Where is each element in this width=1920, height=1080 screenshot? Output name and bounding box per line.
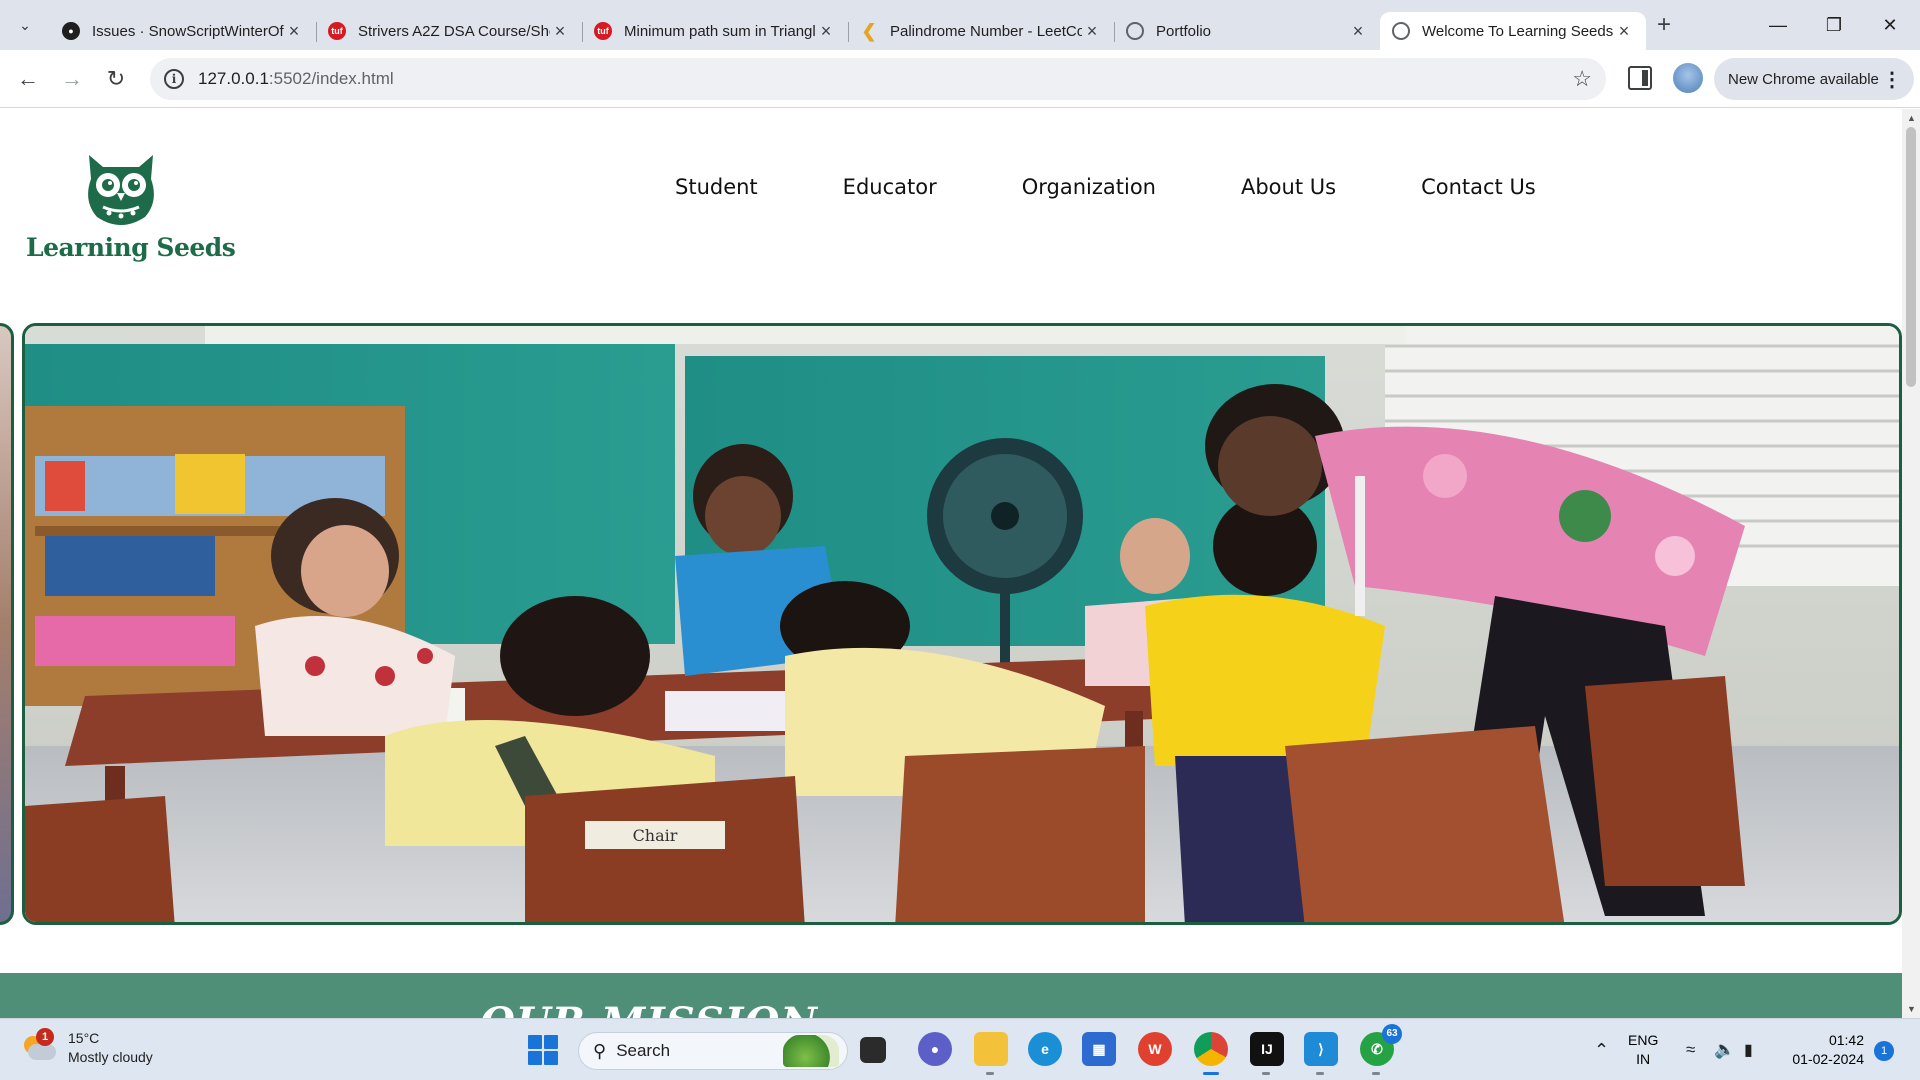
clock-date: 01-02-2024 [1792,1051,1864,1067]
leetcode-icon: ❮ [861,20,877,41]
system-clock[interactable]: 01:42 01-02-2024 [1784,1031,1864,1069]
scroll-thumb[interactable] [1906,127,1916,387]
search-highlight-icon [783,1035,839,1067]
nav-organization[interactable]: Organization [1022,175,1156,199]
input-language[interactable]: ENG IN [1628,1031,1658,1069]
new-tab-plus-icon[interactable]: + [1650,12,1678,40]
hero-slide-image: Chair [22,323,1902,925]
partly-cloudy-icon: 1 [22,1028,58,1062]
tab-title: Portfolio [1156,22,1212,40]
tab-search-chevron-icon[interactable]: ⌄ [10,10,40,40]
wifi-icon[interactable]: ≈ [1686,1019,1695,1080]
tab-title: Palindrome Number - LeetCode [890,22,1082,40]
back-arrow-icon[interactable]: ← [12,63,44,95]
tuf-icon: tuf [328,22,346,40]
forward-arrow-icon[interactable]: → [56,63,88,95]
windows-start-icon[interactable] [528,1035,558,1065]
whatsapp-icon[interactable]: ✆ 63 [1360,1024,1402,1075]
edge-browser-icon[interactable]: e [1028,1032,1062,1066]
tab-learning-seeds[interactable]: Welcome To Learning Seeds × [1380,12,1646,50]
microsoft-store-icon[interactable]: ▦ [1082,1032,1116,1066]
tab-strip: ⌄ ● Issues · SnowScriptWinterOfCode × tu… [0,0,1920,50]
tab-leetcode-palindrome[interactable]: ❮ Palindrome Number - LeetCode × [848,12,1114,50]
tab-strivers-sheet[interactable]: tuf Strivers A2Z DSA Course/Sheet × [316,12,582,50]
minimize-icon[interactable]: — [1750,0,1806,50]
side-panel-icon[interactable] [1628,66,1652,90]
tab-title: Welcome To Learning Seeds [1422,22,1614,40]
battery-icon[interactable]: ▮ [1744,1019,1753,1080]
site-info-icon[interactable]: i [164,69,184,89]
browser-toolbar: ← → ↻ i 127.0.0.1:5502/index.html ☆ New … [0,50,1920,108]
owl-logo-icon [88,155,154,225]
weather-temperature: 15°C [68,1030,100,1046]
restore-icon[interactable]: ❐ [1806,0,1862,50]
close-icon[interactable]: × [816,21,836,42]
taskbar-search-label: Search [616,1041,671,1060]
profile-avatar[interactable] [1673,63,1703,93]
url-text: 127.0.0.1:5502/index.html [198,69,394,88]
more-vertical-icon: ⋮ [1882,68,1902,91]
windows-taskbar: 1 15°C Mostly cloudy ⚲ Search ● e ▦ W IJ… [0,1018,1920,1080]
scroll-up-arrow-icon[interactable]: ▲ [1907,113,1916,123]
classroom-photo: Chair [25,326,1899,922]
chrome-update-label: New Chrome available [1728,70,1879,88]
site-logo[interactable]: Learning Seeds [26,149,236,262]
tuf-icon: tuf [594,22,612,40]
close-icon[interactable]: × [284,21,304,42]
previous-slide-edge[interactable] [0,323,14,925]
tab-portfolio[interactable]: Portfolio × [1114,12,1380,50]
main-nav: Student Educator Organization About Us C… [675,175,1621,199]
chrome-icon[interactable] [1194,1032,1228,1075]
vscode-icon[interactable]: ⟩ [1304,1032,1338,1075]
task-view-icon[interactable] [860,1037,886,1063]
volume-icon[interactable]: 🔈 [1714,1019,1735,1080]
chrome-update-button[interactable]: New Chrome available ⋮ [1714,58,1914,100]
tab-title: Minimum path sum in Triangle [624,22,816,40]
window-close-icon[interactable]: ✕ [1862,0,1918,50]
address-bar[interactable]: i 127.0.0.1:5502/index.html ☆ [150,58,1606,100]
tab-list: ● Issues · SnowScriptWinterOfCode × tuf … [50,6,1646,50]
taskbar-search-box[interactable]: ⚲ Search [578,1032,848,1070]
scroll-down-arrow-icon[interactable]: ▼ [1907,1004,1916,1014]
nav-educator[interactable]: Educator [843,175,937,199]
github-icon: ● [62,22,80,40]
bookmark-star-icon[interactable]: ☆ [1572,66,1592,92]
mission-heading: OUR MISSION [480,999,818,1018]
tab-title: Strivers A2Z DSA Course/Sheet [358,22,550,40]
notification-badge[interactable]: 1 [1874,1041,1894,1061]
close-icon[interactable]: × [550,21,570,42]
page-viewport: Learning Seeds Student Educator Organiza… [0,109,1902,1018]
weather-widget[interactable]: 1 15°C Mostly cloudy [22,1028,153,1067]
tray-overflow-chevron-icon[interactable]: ⌃ [1594,1019,1609,1080]
page-scrollbar[interactable]: ▲ ▼ [1902,109,1920,1018]
nav-about-us[interactable]: About Us [1241,175,1336,199]
globe-icon [1392,22,1410,40]
close-icon[interactable]: × [1348,21,1368,42]
whatsapp-badge: 63 [1382,1024,1402,1044]
chair-sign-text: Chair [633,826,678,845]
wps-office-icon[interactable]: W [1138,1032,1172,1066]
teams-chat-icon[interactable]: ● [918,1032,952,1066]
reload-icon[interactable]: ↻ [100,63,132,95]
nav-contact-us[interactable]: Contact Us [1421,175,1536,199]
nav-student[interactable]: Student [675,175,758,199]
tab-github-issues[interactable]: ● Issues · SnowScriptWinterOfCode × [50,12,316,50]
brand-name: Learning Seeds [26,233,236,262]
tab-title: Issues · SnowScriptWinterOfCode [92,22,284,40]
close-icon[interactable]: × [1082,21,1102,42]
weather-badge: 1 [36,1028,54,1046]
close-icon[interactable]: × [1614,21,1634,42]
weather-description: Mostly cloudy [68,1049,153,1065]
globe-icon [1126,22,1144,40]
mission-section: OUR MISSION [0,973,1902,1018]
intellij-icon[interactable]: IJ [1250,1032,1284,1075]
search-icon: ⚲ [593,1040,607,1061]
tab-min-path-sum[interactable]: tuf Minimum path sum in Triangle × [582,12,848,50]
file-explorer-icon[interactable] [974,1032,1008,1075]
clock-time: 01:42 [1828,1032,1864,1048]
